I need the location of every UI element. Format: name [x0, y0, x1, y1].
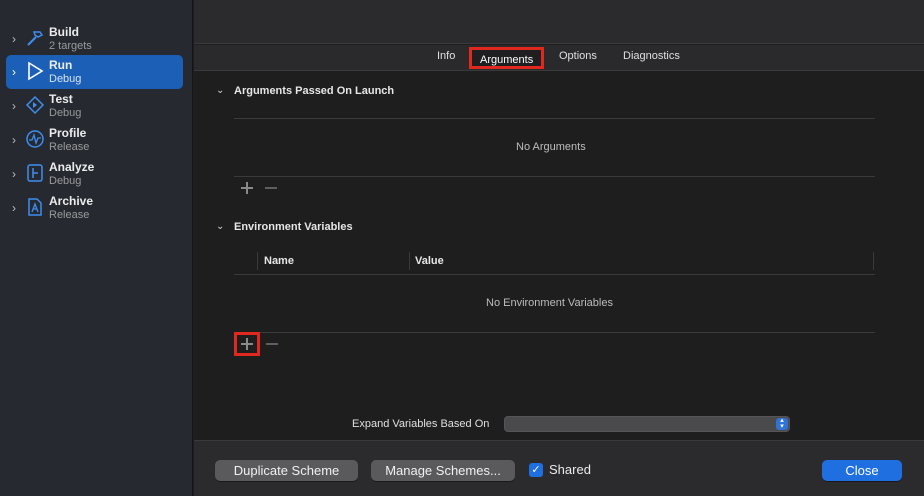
remove-argument-button[interactable]: [262, 179, 280, 197]
sidebar-item-title: Archive: [49, 194, 94, 208]
tab-arguments[interactable]: Arguments: [469, 47, 545, 69]
chevron-down-icon[interactable]: ⌄: [216, 221, 224, 232]
column-header-name[interactable]: Name: [264, 255, 294, 267]
manage-schemes-button[interactable]: Manage Schemes...: [371, 460, 515, 481]
chevron-down-icon[interactable]: ⌄: [216, 85, 224, 96]
updown-chevron-icon: ▴ ▾: [776, 417, 788, 430]
sidebar-item-build[interactable]: › Build 2 targets: [6, 22, 183, 56]
footer-bar: Duplicate Scheme Manage Schemes... ✓ Sha…: [194, 440, 924, 496]
editor-top-bar: [194, 0, 924, 44]
column-divider: [409, 252, 410, 270]
tab-diagnostics[interactable]: Diagnostics: [623, 50, 680, 62]
tab-info[interactable]: Info: [437, 50, 455, 62]
scheme-editor-panel: Info Arguments Options Diagnostics ⌄ Arg…: [194, 0, 924, 496]
chevron-right-icon[interactable]: ›: [12, 66, 22, 78]
divider: [234, 118, 875, 119]
no-arguments-text: No Arguments: [516, 141, 586, 153]
env-section-title: Environment Variables: [234, 221, 353, 233]
archive-icon: [28, 198, 42, 216]
sidebar-item-subtitle: Debug: [49, 73, 82, 85]
sidebar-item-title: Analyze: [49, 160, 95, 174]
expand-variables-label: Expand Variables Based On: [352, 418, 490, 430]
divider: [234, 332, 875, 333]
tab-bar: Info Arguments Options Diagnostics: [194, 45, 924, 71]
sidebar-item-profile[interactable]: › Profile Release: [6, 123, 183, 157]
sidebar-item-run[interactable]: › Run Debug: [6, 55, 183, 89]
sidebar-item-subtitle: Release: [49, 209, 90, 221]
column-divider: [257, 252, 258, 270]
sidebar-item-title: Build: [49, 25, 79, 39]
tab-options[interactable]: Options: [559, 50, 597, 62]
chevron-right-icon[interactable]: ›: [12, 168, 22, 180]
column-header-value[interactable]: Value: [415, 255, 444, 267]
chevron-right-icon[interactable]: ›: [12, 134, 22, 146]
add-env-var-button[interactable]: [234, 332, 260, 356]
chevron-right-icon[interactable]: ›: [12, 202, 22, 214]
remove-env-var-button[interactable]: [263, 335, 281, 353]
shared-label[interactable]: Shared: [549, 462, 591, 477]
sidebar-item-title: Run: [49, 58, 73, 72]
sidebar-item-test[interactable]: › Test Debug: [6, 89, 183, 123]
gauge-icon: [26, 130, 44, 148]
sidebar-item-archive[interactable]: › Archive Release: [6, 191, 183, 225]
add-argument-button[interactable]: [238, 179, 256, 197]
diamond-test-icon: [25, 95, 45, 115]
hammer-icon: [27, 31, 44, 46]
duplicate-scheme-button[interactable]: Duplicate Scheme: [215, 460, 358, 481]
chevron-right-icon[interactable]: ›: [12, 100, 22, 112]
sidebar-item-subtitle: Debug: [49, 107, 82, 119]
column-divider: [873, 252, 874, 270]
chevron-right-icon[interactable]: ›: [12, 33, 22, 45]
sidebar-item-subtitle: Release: [49, 141, 90, 153]
arguments-section-title: Arguments Passed On Launch: [234, 85, 395, 97]
sidebar-item-subtitle: Debug: [49, 175, 82, 187]
sidebar-item-subtitle: 2 targets: [49, 40, 92, 52]
divider: [234, 176, 875, 177]
shared-checkbox[interactable]: ✓: [529, 463, 543, 477]
play-icon: [28, 61, 44, 81]
expand-variables-popup[interactable]: ▴ ▾: [504, 416, 790, 432]
no-env-vars-text: No Environment Variables: [486, 297, 613, 309]
sidebar-item-title: Profile: [49, 126, 87, 140]
divider: [234, 274, 875, 275]
scheme-action-sidebar: › Build 2 targets › Run Debug › Test Deb…: [0, 0, 193, 496]
analyze-icon: [27, 164, 43, 182]
close-button[interactable]: Close: [822, 460, 902, 481]
sidebar-item-title: Test: [49, 92, 73, 106]
sidebar-item-analyze[interactable]: › Analyze Debug: [6, 157, 183, 191]
